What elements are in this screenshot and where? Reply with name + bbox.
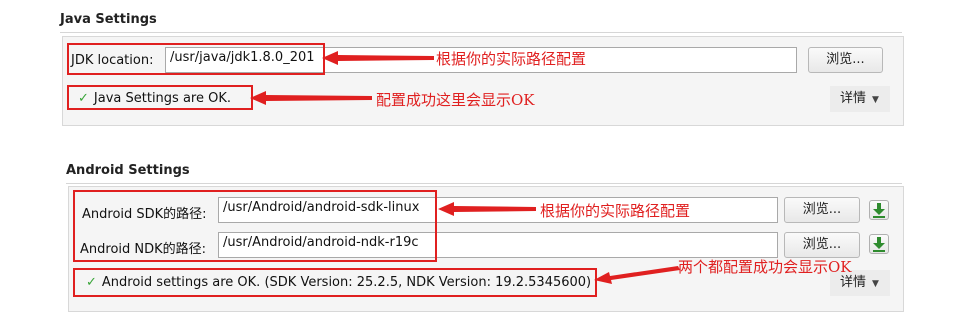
java-details-button[interactable]: 详情 ▼ (830, 86, 890, 112)
java-ok-annotation: 配置成功这里会显示OK (376, 91, 535, 109)
java-settings-title: Java Settings (60, 12, 157, 27)
android-path-annotation: 根据你的实际路径配置 (540, 202, 691, 220)
java-divider (60, 32, 902, 33)
chevron-down-icon: ▼ (872, 279, 879, 289)
sdk-browse-button[interactable]: 浏览... (784, 197, 860, 223)
download-icon (873, 203, 885, 218)
java-details-label: 详情 (840, 91, 867, 106)
android-details-label: 详情 (840, 275, 867, 290)
android-paths-highlight-box (73, 190, 437, 262)
arrow-left-icon (594, 266, 680, 284)
android-ok-annotation: 两个都配置成功会显示OK (678, 258, 852, 276)
jdk-highlight-box (67, 43, 325, 75)
java-status-highlight-box (67, 85, 253, 110)
android-settings-title: Android Settings (66, 163, 190, 178)
java-path-annotation: 根据你的实际路径配置 (436, 50, 587, 68)
chevron-down-icon: ▼ (872, 95, 879, 105)
ndk-download-button[interactable] (869, 234, 889, 254)
ndk-browse-button[interactable]: 浏览... (784, 232, 860, 258)
android-divider (66, 183, 902, 184)
arrow-left-icon (438, 202, 536, 216)
android-status-highlight-box (73, 268, 597, 297)
sdk-download-button[interactable] (869, 200, 889, 220)
java-browse-button[interactable]: 浏览... (808, 47, 883, 73)
arrow-left-icon (322, 51, 434, 65)
arrow-left-icon (250, 91, 372, 105)
download-icon (873, 237, 885, 252)
